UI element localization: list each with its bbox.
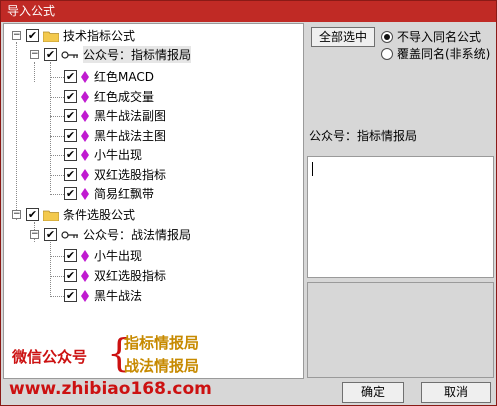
select-all-label: 全部选中 [318, 30, 367, 44]
item-checkbox[interactable]: ✔ [64, 90, 77, 103]
formula-gem-icon [81, 70, 89, 83]
tree-connector [16, 42, 17, 220]
formula-item-label: 双红选股指标 [94, 269, 167, 283]
tree-connector [34, 62, 35, 82]
tree-group-label: 技术指标公式 [63, 29, 136, 43]
item-checkbox[interactable]: ✔ [64, 129, 77, 142]
formula-item[interactable]: ✔ 红色MACD [64, 67, 154, 86]
formula-item-label: 小牛出现 [94, 249, 143, 263]
tree-node-label: 公众号：指标情报局 [83, 46, 192, 63]
formula-item-label: 双红选股指标 [94, 168, 167, 182]
item-checkbox[interactable]: ✔ [64, 249, 77, 262]
tree-connector [50, 116, 64, 117]
radio-selected-dot [384, 33, 390, 40]
formula-item[interactable]: ✔ 红色成交量 [64, 87, 154, 106]
promo-wechat-label: 微信公众号 [12, 348, 88, 366]
expand-toggle[interactable]: − [12, 31, 21, 40]
formula-item-label: 黑牛战法副图 [94, 109, 167, 123]
preview-panel [307, 282, 494, 378]
formula-item[interactable]: ✔ 小牛出现 [64, 246, 142, 265]
tree-group-label: 条件选股公式 [63, 208, 136, 222]
item-checkbox[interactable]: ✔ [64, 269, 77, 282]
selected-node-label: 公众号：指标情报局 [309, 129, 418, 143]
formula-gem-icon [81, 269, 89, 282]
formula-item[interactable]: ✔ 小牛出现 [64, 145, 142, 164]
ok-label: 确定 [360, 385, 385, 399]
key-icon [61, 230, 78, 239]
item-checkbox[interactable]: ✔ [64, 109, 77, 122]
formula-item-label: 红色成交量 [94, 90, 155, 104]
item-checkbox[interactable]: ✔ [64, 148, 77, 161]
formula-gem-icon [81, 289, 89, 302]
tree-connector [50, 194, 64, 195]
tree-connector [50, 136, 64, 137]
tree-group-technical[interactable]: ✔ 技术指标公式 [26, 26, 135, 45]
tree-connector [50, 97, 64, 98]
radio-button[interactable] [381, 30, 393, 43]
title-bar: 导入公式 [1, 1, 496, 22]
tree-node-account[interactable]: ✔ 公众号：战法情报局 [44, 225, 191, 244]
radio-skip-duplicates[interactable]: 不导入同名公式 [381, 28, 481, 45]
promo-account-2: 战法情报局 [124, 357, 200, 375]
formula-gem-icon [81, 187, 89, 200]
radio-overwrite-duplicates[interactable]: 覆盖同名(非系统) [381, 45, 490, 62]
expand-toggle[interactable]: − [12, 210, 21, 219]
formula-item-label: 黑牛战法 [94, 289, 143, 303]
node-checkbox[interactable]: ✔ [44, 48, 57, 61]
key-icon [61, 50, 78, 59]
formula-item[interactable]: ✔ 黑牛战法主图 [64, 126, 166, 145]
cancel-label: 取消 [443, 385, 468, 399]
formula-gem-icon [81, 168, 89, 181]
import-formula-dialog: 导入公式 − ✔ 技术指标公式 − ✔ 公众号：指标情报局 ✔ 红色MACD ✔… [0, 0, 497, 406]
formula-item-label: 黑牛战法主图 [94, 129, 167, 143]
formula-gem-icon [81, 148, 89, 161]
tree-connector [50, 77, 64, 78]
formula-tree[interactable]: − ✔ 技术指标公式 − ✔ 公众号：指标情报局 ✔ 红色MACD ✔ 红色成交… [3, 23, 304, 379]
formula-item-label: 简易红飘带 [94, 187, 155, 201]
formula-gem-icon [81, 90, 89, 103]
formula-item[interactable]: ✔ 双红选股指标 [64, 165, 166, 184]
group-checkbox[interactable]: ✔ [26, 208, 39, 221]
tree-connector [50, 276, 64, 277]
radio-label: 不导入同名公式 [397, 30, 482, 44]
folder-icon [43, 210, 59, 221]
item-checkbox[interactable]: ✔ [64, 289, 77, 302]
item-checkbox[interactable]: ✔ [64, 168, 77, 181]
item-checkbox[interactable]: ✔ [64, 187, 77, 200]
formula-item[interactable]: ✔ 简易红飘带 [64, 184, 154, 203]
tree-connector [50, 155, 64, 156]
formula-item[interactable]: ✔ 黑牛战法副图 [64, 106, 166, 125]
promo-account-1: 指标情报局 [124, 334, 200, 352]
group-checkbox[interactable]: ✔ [26, 29, 39, 42]
formula-item-label: 小牛出现 [94, 148, 143, 162]
radio-button[interactable] [381, 47, 393, 60]
formula-item-label: 红色MACD [94, 70, 154, 84]
expand-toggle[interactable]: − [30, 50, 39, 59]
promo-url: www.zhibiao168.com [9, 379, 212, 399]
formula-gem-icon [81, 129, 89, 142]
window-title: 导入公式 [7, 4, 56, 18]
formula-description-box[interactable] [307, 156, 494, 278]
item-checkbox[interactable]: ✔ [64, 70, 77, 83]
tree-connector [50, 296, 64, 297]
text-caret [312, 162, 313, 176]
formula-gem-icon [81, 109, 89, 122]
cancel-button[interactable]: 取消 [421, 382, 491, 403]
formula-item[interactable]: ✔ 双红选股指标 [64, 266, 166, 285]
node-checkbox[interactable]: ✔ [44, 228, 57, 241]
folder-icon [43, 31, 59, 42]
tree-connector [50, 256, 64, 257]
tree-group-screening[interactable]: ✔ 条件选股公式 [26, 205, 135, 224]
ok-button[interactable]: 确定 [342, 382, 404, 403]
radio-label: 覆盖同名(非系统) [397, 47, 491, 61]
tree-node-account[interactable]: ✔ 公众号：指标情报局 [44, 45, 192, 64]
expand-toggle[interactable]: − [30, 230, 39, 239]
tree-connector [50, 175, 64, 176]
tree-node-label: 公众号：战法情报局 [83, 228, 192, 242]
formula-gem-icon [81, 249, 89, 262]
formula-item[interactable]: ✔ 黑牛战法 [64, 286, 142, 305]
tree-connector [50, 242, 51, 297]
tree-connector [50, 62, 51, 192]
select-all-button[interactable]: 全部选中 [311, 27, 375, 47]
